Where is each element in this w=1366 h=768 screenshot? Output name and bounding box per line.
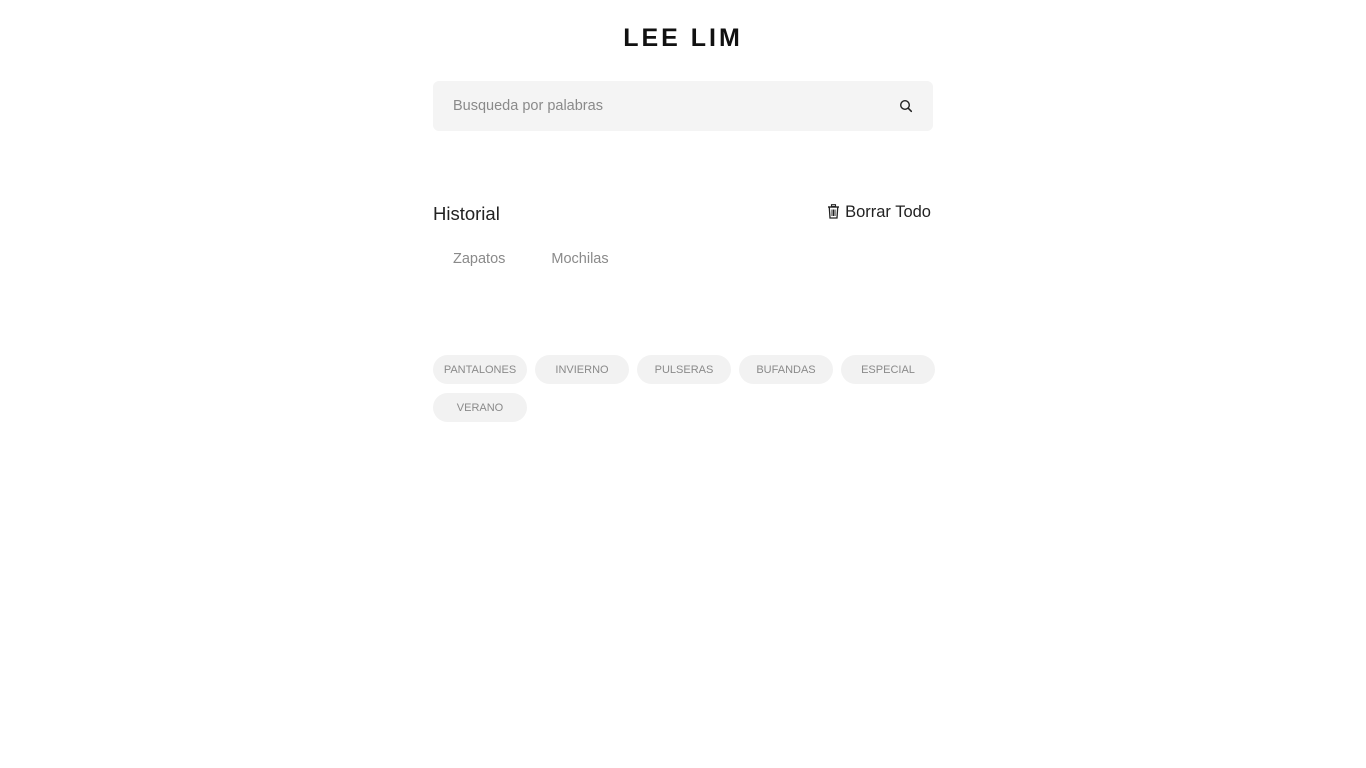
trash-icon: [827, 204, 840, 219]
tag-bufandas[interactable]: BUFANDAS: [739, 355, 833, 384]
clear-all-button[interactable]: Borrar Todo: [827, 203, 931, 222]
brand-logo[interactable]: LEE LIM: [0, 24, 1366, 53]
history-title: Historial: [433, 203, 500, 224]
search-bar: [433, 81, 933, 131]
tag-invierno[interactable]: INVIERNO: [535, 355, 629, 384]
search-input[interactable]: [433, 81, 883, 131]
history-item-zapatos[interactable]: Zapatos: [453, 251, 505, 267]
search-page: LEE LIM Historial Borrar Todo Zapatos Mo…: [0, 0, 1366, 768]
history-list: Zapatos Mochilas: [453, 251, 609, 267]
clear-all-label: Borrar Todo: [845, 203, 931, 221]
tag-especial[interactable]: ESPECIAL: [841, 355, 935, 384]
tag-verano[interactable]: VERANO: [433, 393, 527, 422]
tag-list: PANTALONES INVIERNO PULSERAS BUFANDAS ES…: [433, 355, 935, 422]
search-icon[interactable]: [899, 99, 913, 113]
tag-pulseras[interactable]: PULSERAS: [637, 355, 731, 384]
history-item-mochilas[interactable]: Mochilas: [551, 251, 608, 267]
tag-pantalones[interactable]: PANTALONES: [433, 355, 527, 384]
